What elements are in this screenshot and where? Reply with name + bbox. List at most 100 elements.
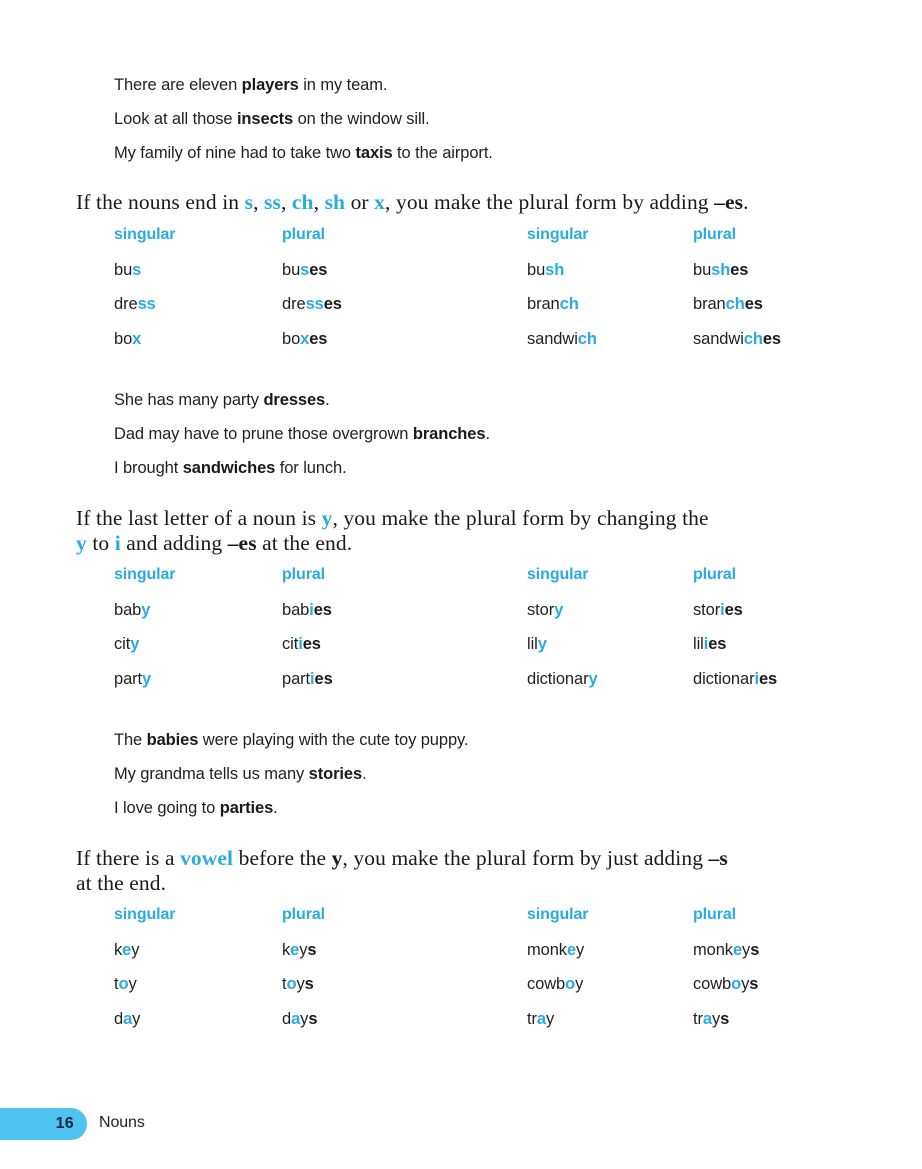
rule-text: and adding [120, 531, 228, 555]
example-sentences: The babies were playing with the cute to… [114, 723, 469, 825]
example-sentence: The babies were playing with the cute to… [114, 723, 469, 757]
rule-highlight: vowel [180, 846, 234, 870]
rule-highlight: x [374, 190, 386, 214]
rule-text: If the last letter of a noun is [76, 506, 322, 530]
highlighted-letters: x [300, 329, 310, 348]
table-row: day days tray trays [0, 1010, 922, 1045]
word-cell: dresses [282, 295, 342, 314]
word-cell: box [114, 330, 141, 349]
column-header: singular [114, 226, 176, 243]
sentence-suffix: in my team. [298, 76, 388, 94]
highlighted-letters: x [132, 329, 142, 348]
highlighted-letters: o [565, 975, 576, 993]
word-stem: y [131, 940, 140, 959]
example-sentence: Look at all those insects on the window … [114, 102, 493, 136]
highlighted-letters: o [286, 975, 297, 993]
word-cell: cowboy [527, 975, 583, 994]
word-cell: baby [114, 601, 150, 620]
sentence-prefix: She has many party [114, 391, 264, 409]
word-cell: toys [282, 975, 314, 994]
sentence-keyword: dresses [263, 391, 326, 409]
singular-plural-table: singular plural singular plural bus buses bush… [0, 226, 922, 364]
example-sentence: My family of nine had to take two taxis … [114, 136, 493, 170]
rule-suffix: –s [708, 846, 728, 870]
sentence-keyword: players [241, 76, 299, 94]
plural-ending: es [309, 329, 328, 348]
word-stem: dre [282, 295, 306, 313]
grammar-rule: If the nouns end in s, ss, ch, sh or x, … [76, 190, 749, 215]
footer-section-title: Nouns [99, 1114, 145, 1131]
word-stem: lil [693, 635, 704, 653]
word-stem: stor [527, 600, 555, 619]
sentence-suffix: . [325, 391, 330, 409]
column-header: plural [693, 226, 736, 243]
plural-ending: es [744, 295, 763, 313]
column-header: plural [282, 226, 325, 243]
table-row: city cities lily lilies [0, 635, 922, 670]
column-header: singular [527, 906, 589, 923]
word-stem: monk [693, 940, 733, 959]
sentence-suffix: . [273, 799, 278, 817]
plural-ending: es [302, 635, 321, 653]
word-cell: day [114, 1010, 140, 1029]
word-stem: k [114, 940, 123, 959]
word-cell: bushes [693, 261, 748, 280]
plural-ending: es [309, 260, 328, 279]
word-cell: days [282, 1010, 317, 1029]
word-stem: sandwi [693, 329, 744, 348]
column-header: singular [527, 226, 589, 243]
rule-text: , you make the plural form by adding [385, 190, 715, 214]
word-cell: dress [114, 295, 156, 314]
rule-text: , you make the plural form by just addin… [342, 846, 709, 870]
word-stem: cit [114, 635, 131, 653]
word-stem: cowb [693, 975, 732, 993]
plural-ending: es [314, 669, 333, 688]
word-cell: cities [282, 635, 321, 654]
sentence-keyword: parties [219, 799, 274, 817]
sentence-prefix: My family of nine had to take two [114, 144, 356, 162]
rule-highlight: s [244, 190, 254, 214]
rule-text: . [743, 190, 749, 214]
word-stem: stor [693, 600, 721, 619]
plural-ending: es [323, 295, 342, 313]
word-stem: dictionar [693, 669, 755, 688]
highlighted-letters: ch [559, 295, 579, 313]
word-stem: y [128, 975, 137, 993]
table-row: box boxes sandwich sandwiches [0, 330, 922, 365]
example-sentences: She has many party dresses. Dad may have … [114, 383, 490, 485]
word-stem: y [742, 940, 751, 959]
highlighted-letters: o [118, 975, 129, 993]
singular-plural-table: singular plural singular plural baby babies st… [0, 566, 922, 704]
rule-highlight: y [76, 531, 87, 555]
rule-highlight: ch [291, 190, 314, 214]
table-header-row: singular plural singular plural [0, 906, 922, 941]
word-cell: keys [282, 940, 317, 960]
table-header-row: singular plural singular plural [0, 566, 922, 601]
word-cell: branches [693, 295, 763, 314]
sentence-suffix: . [362, 765, 367, 783]
word-stem: bab [282, 600, 310, 619]
plural-ending: s [307, 940, 317, 959]
plural-ending: s [750, 940, 760, 959]
word-cell: dictionaries [693, 670, 777, 689]
word-cell: tray [527, 1010, 554, 1029]
singular-plural-table: singular plural singular plural key keys monke… [0, 906, 922, 1044]
table-row: toy toys cowboy cowboys [0, 975, 922, 1010]
column-header: plural [282, 566, 325, 583]
word-stem: d [282, 1009, 292, 1028]
word-stem: y [545, 1009, 555, 1028]
word-stem: bu [693, 260, 712, 279]
sentence-suffix: to the airport. [392, 144, 493, 162]
highlighted-letters: e [566, 940, 577, 959]
word-cell: story [527, 601, 563, 620]
highlighted-letters: ss [305, 295, 324, 313]
word-cell: stories [693, 601, 743, 620]
page-number-badge: 16 [0, 1108, 87, 1140]
plural-ending: es [730, 260, 749, 279]
rule-suffix: –es [227, 531, 257, 555]
rule-suffix: –es [714, 190, 744, 214]
highlighted-letters: y [130, 635, 140, 653]
word-stem: y [132, 1009, 141, 1028]
rule-text: , [280, 190, 292, 214]
word-cell: lily [527, 635, 547, 654]
